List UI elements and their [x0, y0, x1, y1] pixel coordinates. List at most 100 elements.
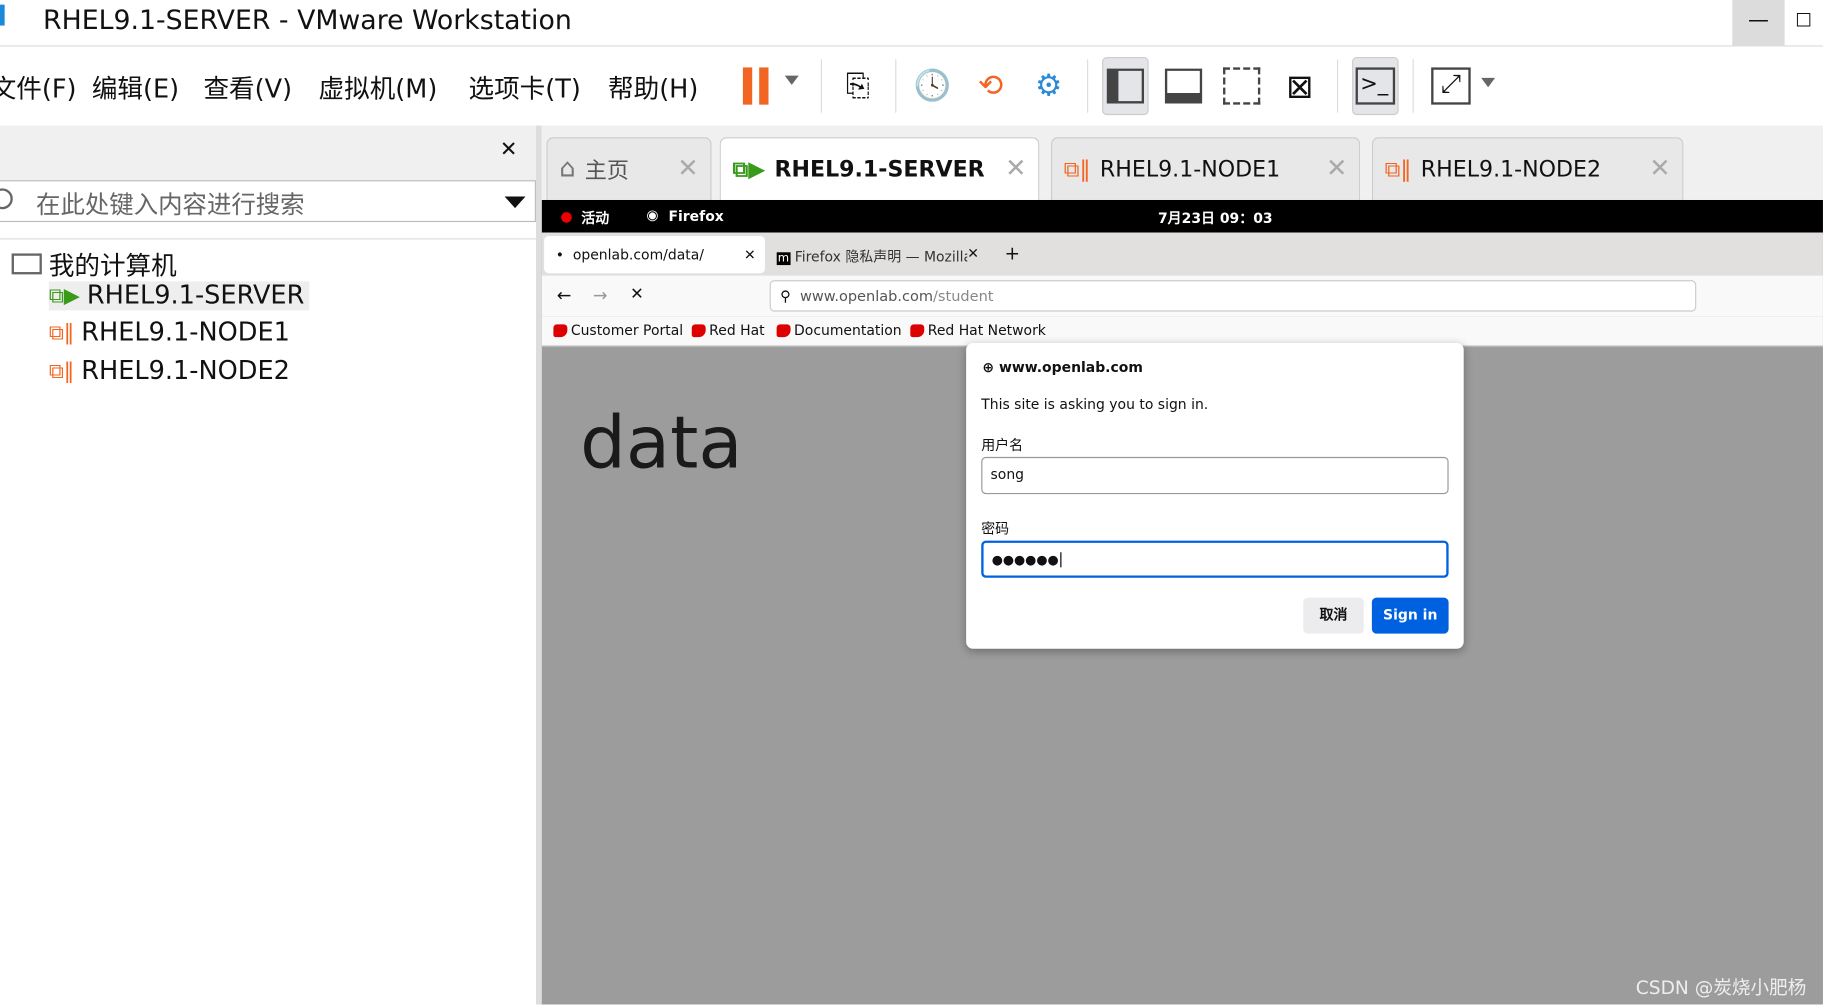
vm-running-icon: ⧉▶	[732, 156, 766, 182]
fullscreen-icon[interactable]	[1218, 57, 1265, 115]
page-heading: data	[580, 399, 743, 485]
tab-label: RHEL9.1-SERVER	[774, 156, 985, 182]
password-mask: ●●●●●●	[991, 552, 1059, 568]
close-tab-icon[interactable]: ✕	[1005, 155, 1026, 184]
tree-root[interactable]: 我的计算机	[11, 245, 177, 282]
tree-item-server[interactable]: ⧉▶ RHEL9.1-SERVER	[48, 281, 310, 311]
firefox-tabstrip: • openlab.com/data/ ✕ m Firefox 隐私声明 — M…	[541, 232, 1823, 276]
separator	[820, 59, 822, 113]
bookmark-red-hat[interactable]: Red Hat	[691, 322, 765, 339]
tree-item-label: RHEL9.1-NODE2	[81, 356, 290, 386]
menu-tabs[interactable]: 选项卡(T)	[469, 69, 581, 106]
url-host: www.openlab.com	[799, 287, 934, 305]
tree-item-node2[interactable]: ⧉‖ RHEL9.1-NODE2	[49, 357, 290, 386]
redhat-icon	[691, 323, 706, 337]
password-label: 密码	[981, 520, 1010, 538]
bookmark-label: Customer Portal	[570, 322, 684, 339]
send-ctrl-alt-del-icon[interactable]: ⎘	[835, 57, 882, 115]
revert-snapshot-icon[interactable]: ⟲	[967, 57, 1014, 115]
pause-button[interactable]	[732, 57, 779, 115]
vm-tabs: ⌂ 主页 ✕ ⧉▶ RHEL9.1-SERVER ✕ ⧉‖ RHEL9.1-NODE1 ✕ …	[541, 125, 1823, 200]
menu-toolbar: 文件(F) 编辑(E) 查看(V) 虚拟机(M) 选项卡(T) 帮助(H) ⎘ …	[0, 47, 1823, 126]
redhat-icon: ●	[560, 208, 573, 225]
menu-file[interactable]: 文件(F)	[0, 69, 77, 106]
browser-tab-active[interactable]: • openlab.com/data/ ✕	[544, 236, 765, 274]
close-tab-icon[interactable]: ✕	[677, 155, 698, 184]
tab-label: RHEL9.1-NODE2	[1420, 156, 1602, 182]
clock[interactable]: 7月23日 09：03	[1158, 208, 1273, 228]
pause-dropdown-icon[interactable]	[784, 75, 799, 92]
minimize-button[interactable]: —	[1732, 0, 1785, 47]
stretch-dropdown-icon[interactable]	[1481, 77, 1496, 94]
close-tab-icon[interactable]: ✕	[967, 245, 979, 262]
loading-icon: •	[555, 246, 564, 263]
menu-vm[interactable]: 虚拟机(M)	[319, 69, 438, 106]
cancel-button[interactable]: 取消	[1303, 597, 1364, 634]
back-icon[interactable]: ←	[557, 285, 572, 306]
tree-item-label: RHEL9.1-NODE1	[81, 318, 290, 348]
library-header: ✕	[0, 125, 536, 181]
sign-in-button[interactable]: Sign in	[1371, 597, 1449, 634]
tab-label: RHEL9.1-NODE1	[1099, 156, 1281, 182]
library-search-input[interactable]: 在此处键入内容进行搜索	[0, 180, 536, 223]
mozilla-icon: m	[776, 252, 791, 266]
bookmark-label: Red Hat Network	[927, 322, 1046, 339]
separator	[895, 59, 897, 113]
close-tab-icon[interactable]: ✕	[1326, 155, 1347, 184]
tab-rhel-node1[interactable]: ⧉‖ RHEL9.1-NODE1 ✕	[1050, 137, 1361, 200]
url-bar[interactable]: ⚲ www.openlab.com/student	[769, 280, 1697, 312]
unity-icon[interactable]: ⊠	[1277, 57, 1324, 115]
vm-paused-icon: ⧉‖	[48, 320, 75, 346]
separator	[1412, 59, 1414, 113]
separator	[1087, 59, 1089, 113]
search-icon	[0, 188, 13, 210]
dialog-message: This site is asking you to sign in.	[981, 396, 1209, 413]
username-field[interactable]: song	[981, 456, 1449, 495]
tab-label: 主页	[584, 158, 629, 184]
vm-paused-icon: ⧉‖	[1063, 156, 1091, 182]
tab-title: Firefox 隐私声明 — Mozilla	[794, 248, 973, 266]
tree-item-node1[interactable]: ⧉‖ RHEL9.1-NODE1	[49, 319, 290, 348]
menu-view[interactable]: 查看(V)	[203, 69, 292, 106]
firefox-navbar: ← → ✕ ⚲ www.openlab.com/student	[541, 275, 1823, 317]
password-field[interactable]: ●●●●●●	[981, 540, 1449, 578]
tab-rhel-server[interactable]: ⧉▶ RHEL9.1-SERVER ✕	[719, 137, 1040, 200]
vm-console[interactable]: ● 活动 ◉ Firefox 7月23日 09：03 • openlab.com…	[541, 199, 1823, 1005]
vm-running-icon: ⧉▶	[48, 283, 80, 309]
app-menu[interactable]: Firefox	[668, 208, 723, 224]
tab-rhel-node2[interactable]: ⧉‖ RHEL9.1-NODE2 ✕	[1371, 137, 1684, 200]
snapshot-icon[interactable]: 🕓	[909, 57, 956, 115]
close-tab-icon[interactable]: ✕	[744, 246, 756, 262]
forward-icon[interactable]: →	[593, 285, 608, 306]
close-library-icon[interactable]: ✕	[500, 137, 518, 161]
browser-tab[interactable]: m Firefox 隐私声明 — Mozilla	[776, 246, 984, 266]
new-tab-button[interactable]: +	[1004, 242, 1020, 264]
activities-button[interactable]: 活动	[581, 208, 609, 228]
search-dropdown-icon[interactable]	[504, 196, 526, 218]
snapshot-manager-icon[interactable]: ⚙	[1025, 57, 1072, 115]
menu-help[interactable]: 帮助(H)	[608, 69, 698, 106]
bookmark-documentation[interactable]: Documentation	[776, 322, 902, 338]
bookmark-label: Red Hat	[709, 322, 765, 339]
stop-icon[interactable]: ✕	[630, 285, 644, 304]
tab-title: openlab.com/data/	[572, 246, 704, 263]
redhat-icon	[776, 323, 791, 337]
library-view-icon[interactable]	[1102, 56, 1149, 116]
text-cursor	[1059, 552, 1066, 568]
app-icon	[0, 4, 5, 26]
menu-edit[interactable]: 编辑(E)	[92, 69, 179, 106]
maximize-button[interactable]: ☐	[1785, 0, 1823, 47]
vm-paused-icon: ⧉‖	[1384, 156, 1412, 182]
tree-root-label: 我的计算机	[48, 252, 177, 282]
stretch-icon[interactable]: ⤢	[1428, 57, 1475, 115]
thumbnail-view-icon[interactable]	[1160, 57, 1207, 115]
dialog-site: ⊕ www.openlab.com	[982, 359, 1142, 375]
pause-icon	[742, 67, 769, 105]
divider	[0, 238, 536, 240]
tab-home[interactable]: ⌂ 主页 ✕	[546, 137, 712, 200]
vm-paused-icon: ⧉‖	[48, 359, 75, 384]
bookmark-red-hat-network[interactable]: Red Hat Network	[910, 322, 1046, 338]
close-tab-icon[interactable]: ✕	[1649, 155, 1670, 184]
console-icon[interactable]: >_	[1352, 56, 1399, 116]
bookmark-customer-portal[interactable]: Customer Portal	[553, 322, 683, 338]
